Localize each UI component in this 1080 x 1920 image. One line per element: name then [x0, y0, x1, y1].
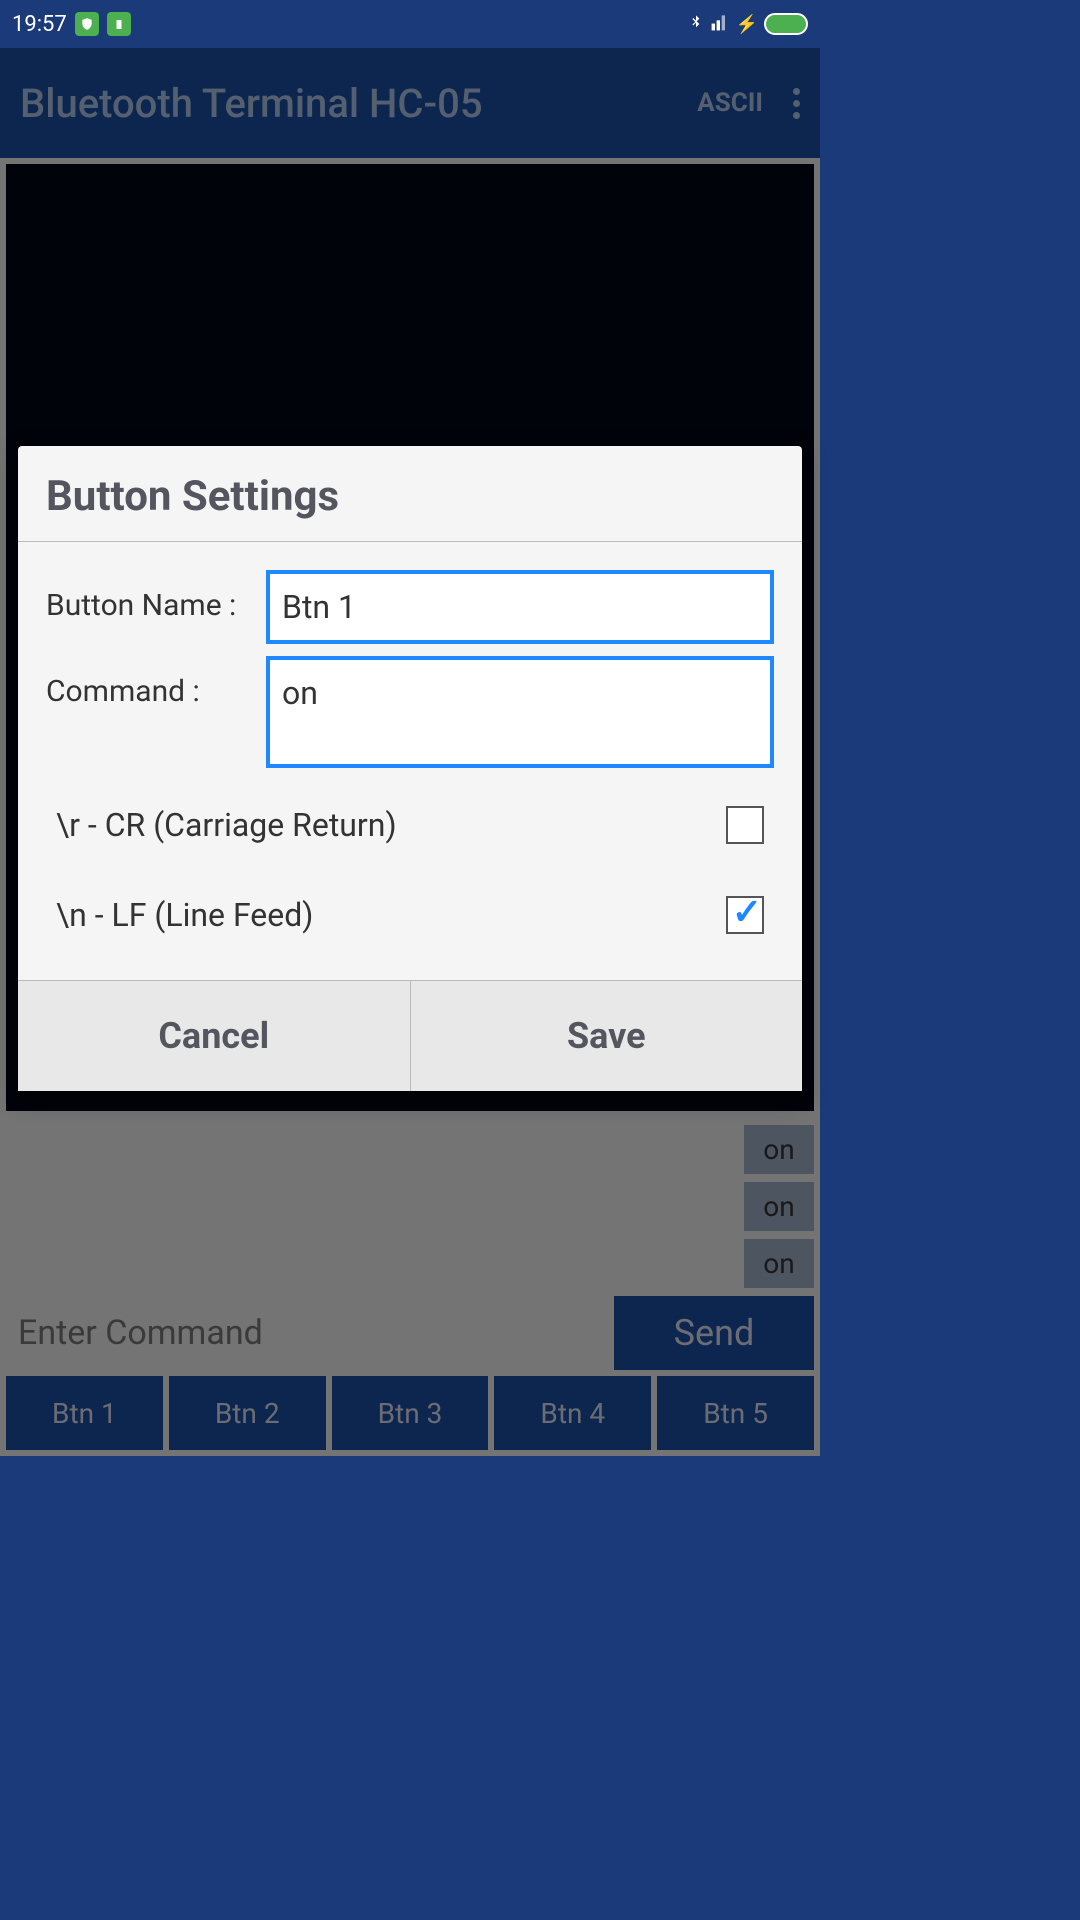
button-settings-dialog: Button Settings Button Name : Command : …	[18, 446, 802, 1091]
battery-status-icon	[107, 12, 131, 36]
shield-icon	[75, 12, 99, 36]
lf-checkbox[interactable]: ✓	[726, 896, 764, 934]
cr-checkbox[interactable]	[726, 806, 764, 844]
command-label: Command :	[46, 656, 266, 709]
dialog-title: Button Settings	[18, 446, 802, 542]
save-button[interactable]: Save	[411, 981, 803, 1091]
status-bar: 19:57 ⚡	[0, 0, 820, 48]
battery-icon	[764, 13, 808, 35]
cr-checkbox-label: \r - CR (Carriage Return)	[56, 806, 397, 844]
button-name-input[interactable]	[266, 570, 774, 644]
status-time: 19:57	[12, 12, 67, 37]
signal-icon	[710, 12, 730, 36]
cancel-button[interactable]: Cancel	[18, 981, 411, 1091]
command-textarea[interactable]: on	[266, 656, 774, 768]
lf-checkbox-label: \n - LF (Line Feed)	[56, 896, 313, 934]
charging-icon: ⚡	[736, 14, 758, 35]
checkmark-icon: ✓	[732, 891, 762, 933]
button-name-label: Button Name :	[46, 570, 266, 623]
bluetooth-icon	[688, 10, 704, 38]
